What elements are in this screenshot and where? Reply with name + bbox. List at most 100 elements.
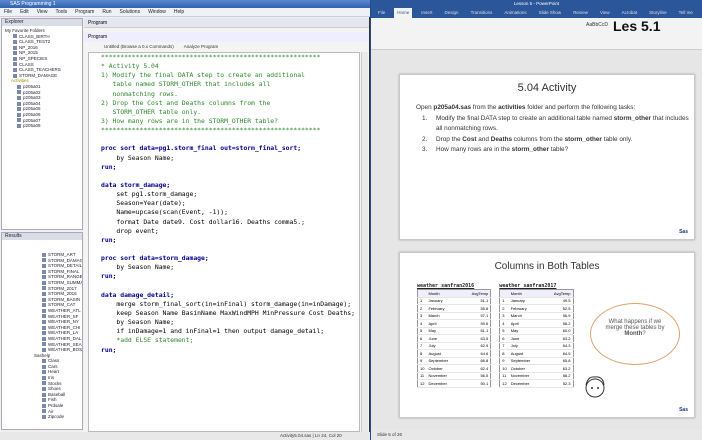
item-label: Iris (48, 375, 54, 381)
tab-acrobat[interactable]: Acrobat (619, 8, 641, 18)
code-scrollbar[interactable] (361, 52, 368, 432)
tab-home[interactable]: Home (394, 8, 413, 18)
code-editor[interactable]: ****************************************… (88, 52, 360, 432)
table-row: 10 October 62.4 (417, 364, 491, 373)
tab-transitions[interactable]: Transitions (468, 8, 496, 18)
table-row: 8 August 64.6 (417, 349, 491, 358)
item-label: STORM_BASIN (48, 296, 81, 302)
table-cell: 58.2 (548, 319, 573, 328)
slide-title: 5.04 Activity (517, 82, 577, 94)
slide-activity[interactable]: 5.04 Activity Open p205a04.sas from the … (399, 74, 695, 240)
path-dropdown[interactable]: Untitled (Browse a 0.x Commands) (104, 42, 174, 52)
table-cell: 51.1 (466, 297, 491, 305)
menu-file[interactable]: File (4, 8, 12, 16)
item-label: CLASS_TEST2 (19, 39, 51, 45)
sas-logo: Sas (679, 229, 688, 235)
table-icon (42, 303, 46, 308)
task-part: How many rows are in the (436, 146, 512, 153)
task-part: Deaths (490, 135, 513, 143)
table-cell: 1 (499, 297, 509, 305)
code-line: format Date date9. Cost dollar16. Deaths… (101, 217, 305, 226)
tab-view[interactable]: View (597, 8, 613, 18)
results-title: Results (2, 233, 82, 240)
table-header: Month AvgTemp (417, 289, 491, 298)
table-cell: August (508, 349, 549, 358)
program-icon (17, 112, 21, 117)
tab-tell-me[interactable]: Tell me (676, 8, 696, 18)
table-cell: 4 (499, 319, 509, 328)
table-icon (42, 291, 46, 296)
slide-columns[interactable]: Columns in Both Tables weather_sanfran20… (399, 252, 695, 418)
analyze-dropdown[interactable]: Analyze Program (184, 42, 219, 52)
table-cell: 7 (417, 342, 427, 350)
program-icon (17, 123, 21, 128)
table-row: 2 February 52.5 (499, 304, 573, 313)
table-cell: March (426, 312, 467, 320)
table-cell: 63.5 (466, 334, 491, 343)
item-label: NP_2015 (19, 50, 38, 56)
results-item[interactable]: Zipcode (42, 414, 82, 420)
menu-window[interactable]: Window (148, 8, 166, 16)
table-cell: 8 (417, 349, 427, 358)
menu-solutions[interactable]: Solutions (120, 8, 141, 16)
item-label: Prdsale (48, 403, 64, 409)
style-gallery-item[interactable]: AaBbCcD (586, 22, 608, 28)
bubble-text: What happens if we merge these tables by (605, 319, 665, 331)
tab-slide-show[interactable]: Slide Show (536, 8, 565, 18)
table-cell: November (508, 372, 549, 380)
table-cell: 10 (499, 364, 509, 373)
tab-review[interactable]: Review (570, 8, 591, 18)
results-item[interactable]: WEATHER_BOS (42, 347, 82, 353)
menu-program[interactable]: Program (75, 8, 94, 16)
table-cell: February (426, 304, 467, 313)
table-cell: 50.1 (466, 379, 491, 388)
table-cell: 5 (499, 327, 509, 335)
table-icon (42, 269, 46, 274)
table-row: 1 January 49.5 (499, 297, 573, 305)
table-cell: October (508, 364, 549, 373)
editor-tab[interactable]: Program (84, 18, 369, 28)
table-cell: 2 (499, 304, 509, 313)
item-label: NP_2016 (19, 44, 38, 50)
explorer-file[interactable]: p205a08 (5, 123, 82, 129)
program-icon (17, 90, 21, 95)
bubble-end: ? (642, 331, 646, 337)
table-icon (42, 409, 46, 414)
code-line: by Season Name; (101, 153, 175, 162)
tab-storyline[interactable]: Storyline (646, 8, 670, 18)
editor-subtab[interactable]: Program (84, 32, 369, 42)
menu-view[interactable]: View (37, 8, 48, 16)
item-label: WEATHER_CHI (48, 324, 81, 330)
table-row: 5 May 60.0 (499, 327, 573, 335)
code-line: 1) Modify the final DATA step to create … (101, 71, 305, 80)
task-part: table? (548, 146, 569, 153)
tab-file[interactable]: File (375, 8, 388, 18)
code-line: drop event; (101, 226, 159, 235)
column-header: Month (508, 289, 549, 298)
table-cell: 56.5 (466, 372, 491, 380)
table-icon (13, 56, 17, 61)
menu-tools[interactable]: Tools (55, 8, 67, 16)
code-line: by Season Name; (101, 318, 175, 327)
item-label: Stocks (48, 380, 62, 386)
style-preview[interactable]: Les 5.1 (613, 18, 660, 34)
tab-insert[interactable]: Insert (418, 8, 435, 18)
table-cell: January (508, 297, 549, 305)
results-tree: STORM_ART STORM_DAMAGE STORM_DETAIL STORM_F… (2, 240, 82, 420)
menu-run[interactable]: Run (102, 8, 111, 16)
file-label: p205a02 (23, 89, 41, 95)
table-icon (13, 34, 17, 39)
item-label: STORM_CAT (48, 302, 76, 308)
item-label: WEATHER_DAL (48, 335, 82, 341)
tab-design[interactable]: Design (442, 8, 462, 18)
item-label: WEATHER_NY (48, 319, 79, 325)
menu-help[interactable]: Help (174, 8, 184, 16)
menu-edit[interactable]: Edit (20, 8, 29, 16)
intro-part: p205a04.sas (433, 104, 472, 111)
table-icon (42, 252, 46, 257)
task-part: storm_other (613, 114, 652, 122)
intro-text: Open p205a04.sas from the activities fol… (416, 103, 691, 114)
tab-animations[interactable]: Animations (501, 8, 529, 18)
